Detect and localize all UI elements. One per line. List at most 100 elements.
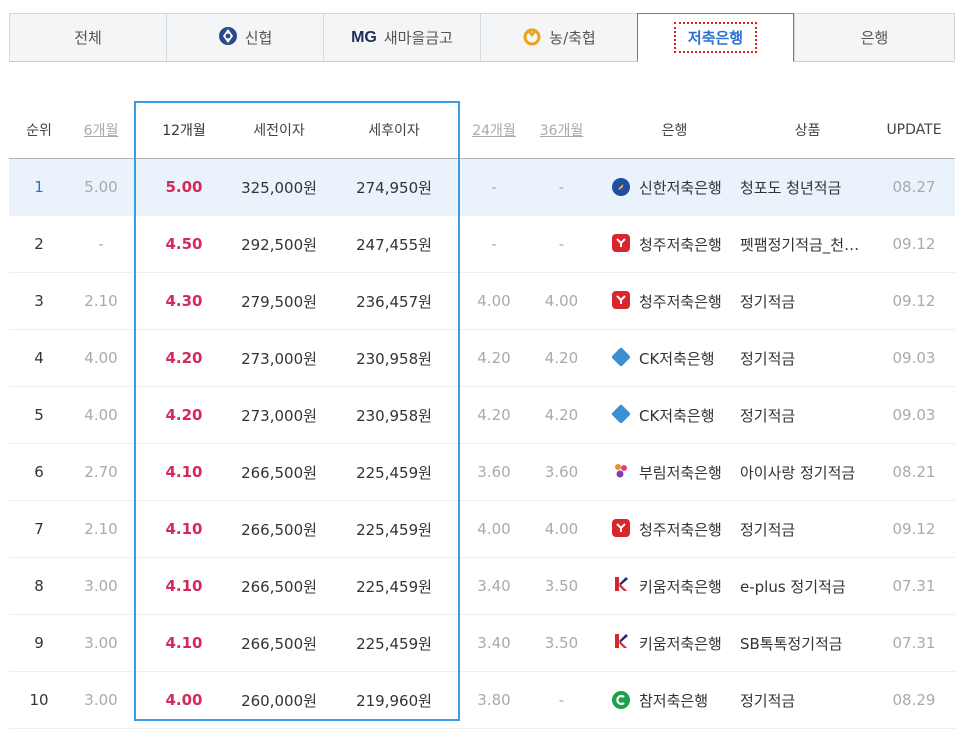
- bank-cell[interactable]: CK저축은행: [611, 387, 737, 443]
- bank-name: 키움저축은행: [639, 634, 722, 653]
- pre-tax-interest-cell: 273,000원: [241, 349, 317, 368]
- bank-name: 신한저축은행: [639, 178, 722, 197]
- product-cell[interactable]: 아이사랑 정기적금: [740, 444, 875, 500]
- pre-tax-interest-cell: 279,500원: [241, 292, 317, 311]
- pre-tax-interest-cell: 266,500원: [241, 577, 317, 596]
- header-bank: 은행: [661, 123, 688, 139]
- rate-36-months-cell: 4.20: [544, 349, 579, 367]
- update-date-cell: 07.31: [892, 577, 936, 595]
- update-date-cell: 08.29: [892, 691, 936, 709]
- rank-cell: 3: [34, 292, 44, 310]
- rate-6-months-cell: -: [98, 235, 104, 253]
- ck-icon: [611, 347, 631, 368]
- bank-cell[interactable]: 청주저축은행: [612, 216, 737, 272]
- header-update: UPDATE: [886, 122, 942, 138]
- burim-icon: [612, 461, 630, 483]
- bank-cell[interactable]: 신한저축은행: [612, 159, 737, 215]
- cham-icon: [612, 690, 630, 710]
- tab-savings-bank-label: 저축은행: [673, 22, 758, 53]
- header-24-months[interactable]: 24개월: [464, 102, 524, 158]
- rate-6-months-cell: 4.00: [84, 406, 118, 424]
- tab-savings-bank[interactable]: 저축은행: [637, 13, 794, 62]
- post-tax-interest-cell: 219,960원: [356, 691, 432, 710]
- kiwoom-icon: [612, 632, 630, 654]
- rate-24-months-cell: 4.00: [477, 292, 511, 310]
- rate-36-months-cell: -: [558, 691, 565, 709]
- table-row[interactable]: 7 2.10 4.10 266,500원 225,459원 4.00 4.00 청주저축은행 정…: [9, 501, 955, 558]
- table-row[interactable]: 2 - 4.50 292,500원 247,455원 - - 청주저축은행 펫팸정기적금_천… 0…: [9, 216, 955, 273]
- rate-12-months-cell: 4.20: [165, 406, 203, 424]
- post-tax-interest-cell: 225,459원: [356, 463, 432, 482]
- rate-6-months-cell: 4.00: [84, 349, 118, 367]
- bank-cell[interactable]: 키움저축은행: [612, 558, 737, 614]
- tab-bank-label: 은행: [860, 29, 889, 47]
- product-cell[interactable]: e-plus 정기적금: [740, 558, 875, 614]
- product-cell[interactable]: 정기적금: [740, 273, 875, 329]
- product-cell[interactable]: 펫팸정기적금_천…: [740, 216, 875, 272]
- table-row[interactable]: 1 5.00 5.00 325,000원 274,950원 - - 신한저축은행 청포도 청년적…: [9, 159, 955, 216]
- tab-nonghyup[interactable]: 농/축협: [480, 13, 637, 62]
- update-date-cell: 07.31: [892, 634, 936, 652]
- table-row[interactable]: 4 4.00 4.20 273,000원 230,958원 4.20 4.20 CK저축은행 정…: [9, 330, 955, 387]
- tab-bank[interactable]: 은행: [794, 13, 955, 62]
- rate-36-months-cell: 3.50: [544, 634, 579, 652]
- product-cell[interactable]: 정기적금: [740, 501, 875, 557]
- rate-12-months-cell: 4.00: [165, 691, 203, 709]
- table-row[interactable]: 10 3.00 4.00 260,000원 219,960원 3.80 - 참저축은행 정기적금…: [9, 672, 955, 729]
- header-pre-tax-interest: 세전이자: [253, 123, 305, 139]
- rate-24-months-cell: 3.80: [477, 691, 511, 709]
- bank-name: 참저축은행: [639, 691, 709, 710]
- tab-saemaeul[interactable]: MG 새마을금고: [323, 13, 480, 62]
- rate-24-months-cell: 4.20: [477, 349, 511, 367]
- product-cell[interactable]: 청포도 청년적금: [740, 159, 875, 215]
- product-cell[interactable]: 정기적금: [740, 387, 875, 443]
- cheongju-icon: [612, 234, 630, 254]
- bank-cell[interactable]: 부림저축은행: [612, 444, 737, 500]
- tab-all-label: 전체: [74, 29, 102, 47]
- bank-cell[interactable]: 청주저축은행: [612, 273, 737, 329]
- tab-shinhyup-label: 신협: [244, 29, 273, 47]
- header-rank: 순위: [26, 123, 52, 139]
- bank-name: 키움저축은행: [639, 577, 722, 596]
- shinhyup-logo-icon: [218, 26, 238, 50]
- rank-cell: 9: [34, 634, 44, 652]
- bank-cell[interactable]: 청주저축은행: [612, 501, 737, 557]
- rate-24-months-cell: -: [491, 235, 497, 253]
- rank-cell: 2: [34, 235, 44, 253]
- pre-tax-interest-cell: 292,500원: [241, 235, 317, 254]
- table-row[interactable]: 5 4.00 4.20 273,000원 230,958원 4.20 4.20 CK저축은행 정…: [9, 387, 955, 444]
- bank-cell[interactable]: 키움저축은행: [612, 615, 737, 671]
- pre-tax-interest-cell: 273,000원: [241, 406, 317, 425]
- bank-cell[interactable]: CK저축은행: [611, 330, 737, 386]
- header-36-months[interactable]: 36개월: [529, 102, 594, 158]
- pre-tax-interest-cell: 266,500원: [241, 634, 317, 653]
- tab-nonghyup-label: 농/축협: [549, 29, 596, 47]
- rate-6-months-cell: 5.00: [84, 178, 118, 196]
- header-6-months[interactable]: 6개월: [71, 102, 131, 158]
- tab-all[interactable]: 전체: [9, 13, 166, 62]
- update-date-cell: 09.12: [892, 292, 936, 310]
- mg-logo-icon: MG: [351, 28, 377, 46]
- table-row[interactable]: 3 2.10 4.30 279,500원 236,457원 4.00 4.00 청주저축은행 정…: [9, 273, 955, 330]
- table-row[interactable]: 9 3.00 4.10 266,500원 225,459원 3.40 3.50 키움저축은행 S…: [9, 615, 955, 672]
- update-date-cell: 09.12: [892, 235, 936, 253]
- tab-saemaeul-label: 새마을금고: [383, 29, 453, 47]
- post-tax-interest-cell: 230,958원: [356, 406, 432, 425]
- post-tax-interest-cell: 247,455원: [356, 235, 432, 254]
- rate-6-months-cell: 2.10: [84, 292, 118, 310]
- update-date-cell: 09.12: [892, 520, 936, 538]
- product-cell[interactable]: 정기적금: [740, 672, 875, 728]
- post-tax-interest-cell: 230,958원: [356, 349, 432, 368]
- tab-shinhyup[interactable]: 신협: [166, 13, 323, 62]
- rate-6-months-cell: 3.00: [84, 577, 118, 595]
- header-post-tax-interest: 세후이자: [368, 123, 420, 139]
- table-row[interactable]: 8 3.00 4.10 266,500원 225,459원 3.40 3.50 키움저축은행 e…: [9, 558, 955, 615]
- product-cell[interactable]: 정기적금: [740, 330, 875, 386]
- rate-6-months-cell: 2.10: [84, 520, 118, 538]
- table-row[interactable]: 6 2.70 4.10 266,500원 225,459원 3.60 3.60 부림저축은행 아…: [9, 444, 955, 501]
- bank-cell[interactable]: 참저축은행: [612, 672, 737, 728]
- cheongju-icon: [612, 519, 630, 539]
- product-cell[interactable]: SB톡톡정기적금: [740, 615, 875, 671]
- rate-24-months-cell: 3.60: [477, 463, 511, 481]
- rate-12-months-cell: 4.10: [165, 463, 203, 481]
